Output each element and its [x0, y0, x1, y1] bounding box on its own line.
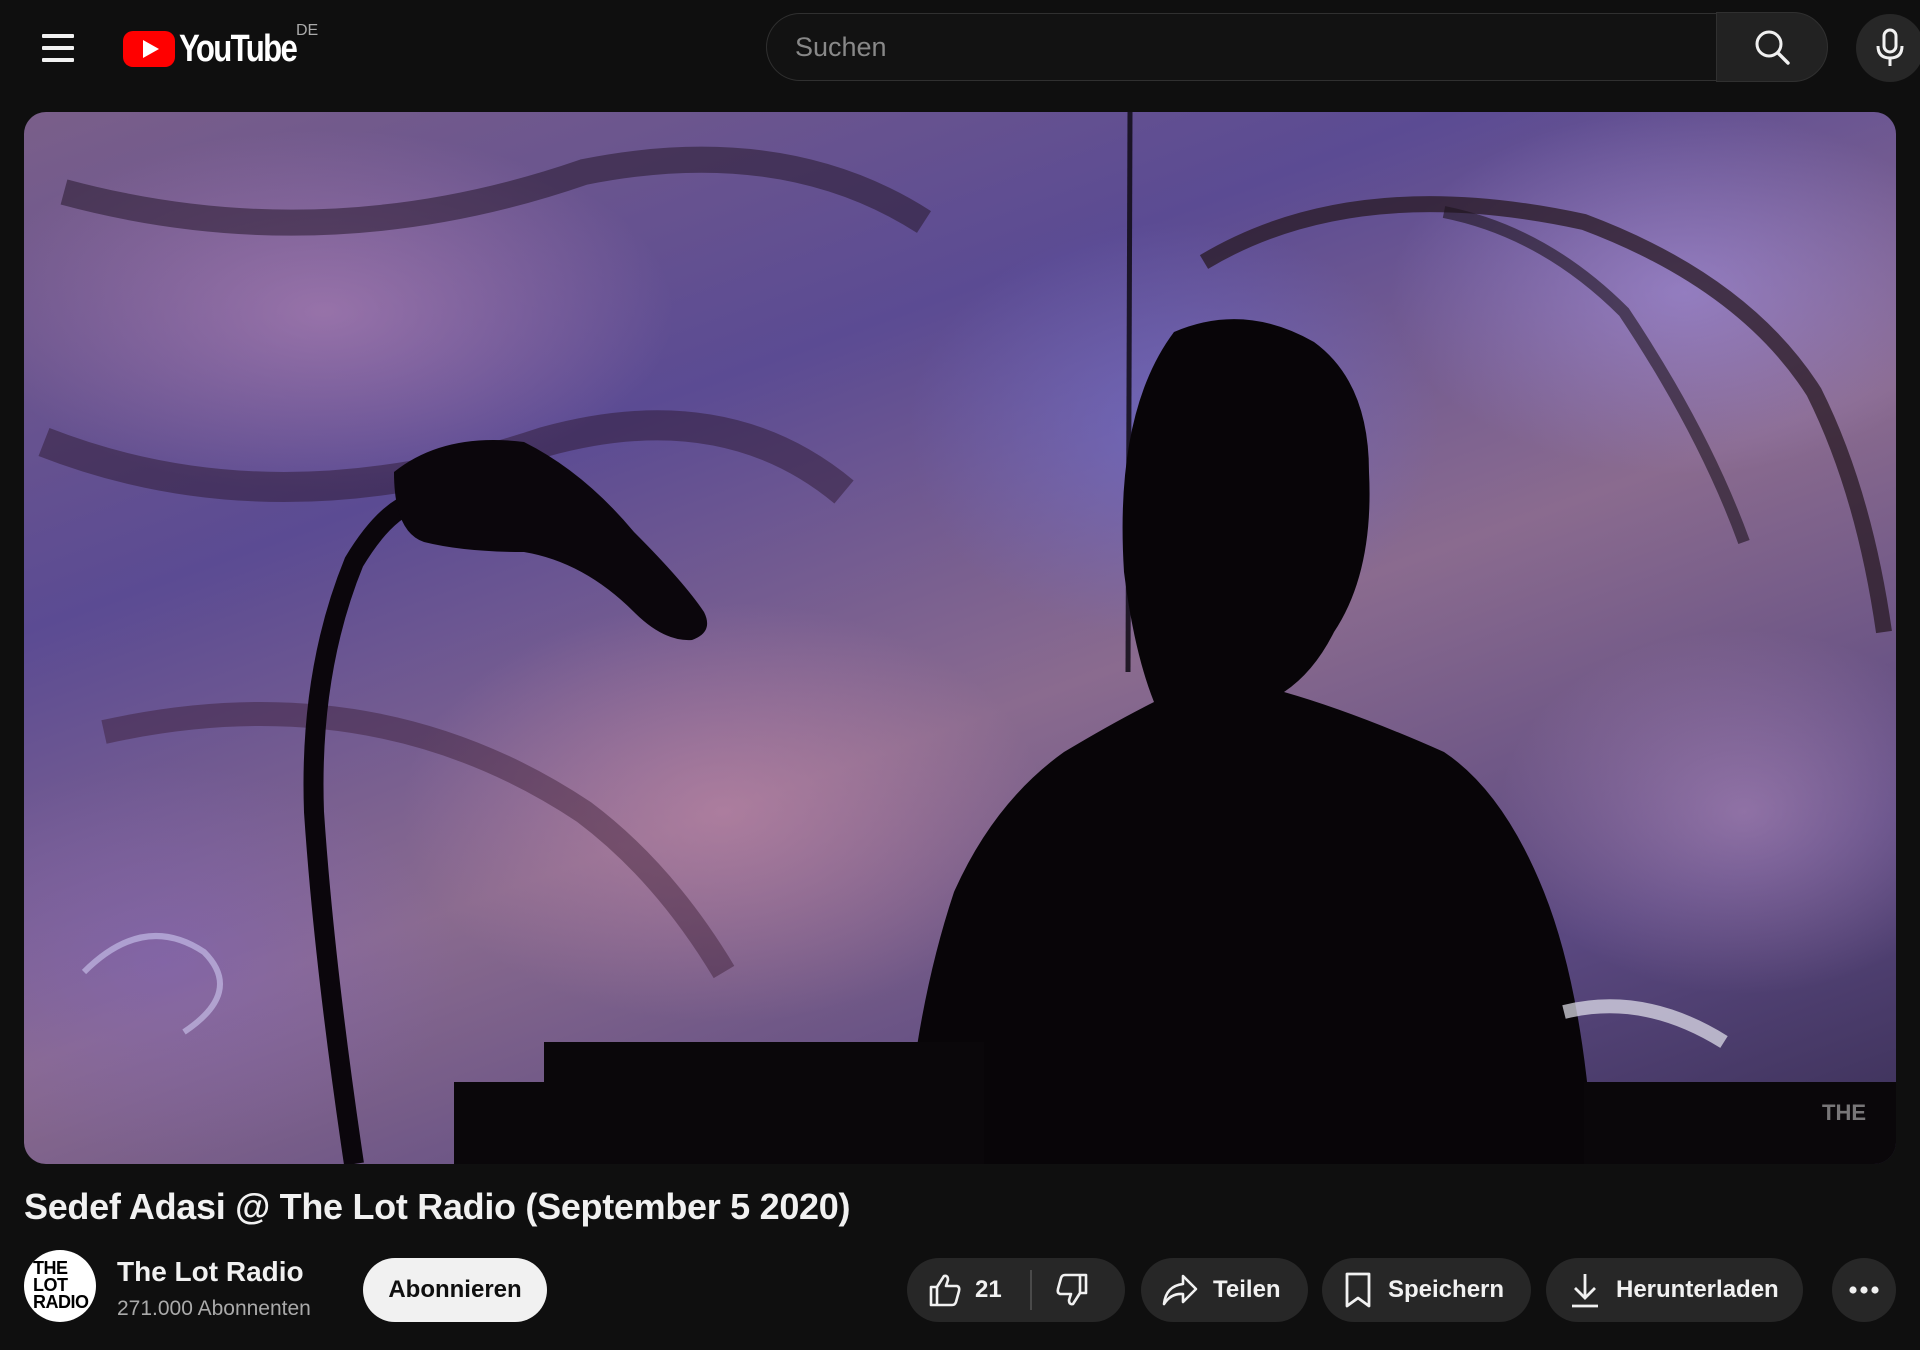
like-button[interactable]: 21 [907, 1258, 1002, 1322]
like-dislike-group: 21 [907, 1258, 1125, 1322]
logo-text: YouTube [179, 27, 298, 70]
thumbs-up-icon [929, 1274, 961, 1307]
youtube-play-icon [123, 31, 175, 67]
search-input[interactable] [766, 13, 1716, 81]
search-icon [1755, 30, 1790, 65]
masthead: YouTube DE [0, 0, 1920, 97]
share-arrow-icon [1162, 1274, 1198, 1306]
youtube-logo[interactable]: YouTube [123, 24, 322, 74]
save-label: Speichern [1388, 1276, 1505, 1303]
subscribe-button[interactable]: Abonnieren [363, 1258, 547, 1322]
share-label: Teilen [1213, 1276, 1281, 1303]
like-count: 21 [975, 1276, 1002, 1303]
channel-name[interactable]: The Lot Radio [117, 1256, 304, 1288]
bookmark-icon [1345, 1272, 1371, 1308]
video-frame [38, 112, 1896, 1164]
mic-icon [1876, 28, 1904, 66]
video-title: Sedef Adasi @ The Lot Radio (September 5… [24, 1186, 851, 1227]
search-button[interactable] [1716, 12, 1828, 82]
share-button[interactable]: Teilen [1141, 1258, 1308, 1322]
download-button[interactable]: Herunterladen [1546, 1258, 1803, 1322]
save-button[interactable]: Speichern [1322, 1258, 1531, 1322]
menu-icon[interactable] [36, 26, 84, 70]
subscriber-count: 271.000 Abonnenten [117, 1297, 311, 1320]
download-icon [1572, 1274, 1598, 1308]
video-watermark: THE [1822, 1100, 1866, 1125]
youtube-watch-page: YouTube DE Suchen THE Sedef Adasi @ The … [0, 0, 1920, 1350]
channel-avatar-logo: THE LOT RADIO [33, 1258, 89, 1312]
dislike-button[interactable] [1032, 1258, 1090, 1322]
download-label: Herunterladen [1616, 1276, 1779, 1303]
channel-avatar[interactable]: THE LOT RADIO [24, 1250, 96, 1322]
region-code: DE [296, 22, 319, 39]
search-box [766, 12, 1828, 83]
thumbs-down-icon [1056, 1273, 1088, 1306]
more-actions-button[interactable] [1832, 1258, 1896, 1322]
voice-search-button[interactable] [1856, 14, 1920, 82]
video-player[interactable]: THE [24, 112, 1896, 1164]
more-horizontal-icon [1849, 1286, 1879, 1294]
